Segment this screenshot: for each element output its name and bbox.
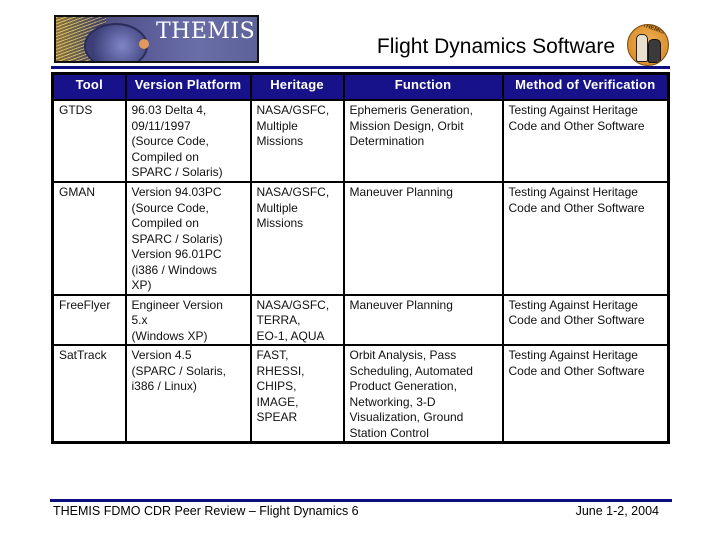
header-rule-blue <box>51 66 670 69</box>
table-row: FreeFlyer Engineer Version 5.x (Windows … <box>51 293 670 346</box>
cell-tool: GTDS <box>51 99 127 183</box>
column-header-function: Function <box>342 72 504 101</box>
footer-date: June 1-2, 2004 <box>575 504 659 518</box>
table-row: GMAN Version 94.03PC (Source Code, Compi… <box>51 181 670 296</box>
cell-heritage: NASA/GSFC, Multiple Missions <box>249 181 345 296</box>
table-row: SatTrack Version 4.5 (SPARC / Solaris, i… <box>51 344 670 444</box>
figure-icon <box>636 34 648 62</box>
cell-tool: FreeFlyer <box>51 293 127 346</box>
cell-function: Maneuver Planning <box>342 293 504 346</box>
cell-tool: GMAN <box>51 181 127 296</box>
cell-heritage: FAST, RHESSI, CHIPS, IMAGE, SPEAR <box>249 344 345 444</box>
column-header-tool: Tool <box>51 72 127 101</box>
column-header-version-platform: Version Platform <box>124 72 252 101</box>
figure-icon <box>648 39 661 63</box>
cell-heritage: NASA/GSFC, TERRA, EO-1, AQUA <box>249 293 345 346</box>
themis-mascot-icon: THEMIS <box>627 24 669 66</box>
footer-title: THEMIS FDMO CDR Peer Review – Flight Dyn… <box>53 504 359 518</box>
cell-version-platform: Engineer Version 5.x (Windows XP) <box>124 293 252 346</box>
cell-function: Orbit Analysis, Pass Scheduling, Automat… <box>342 344 504 444</box>
cell-version-platform: Version 94.03PC (Source Code, Compiled o… <box>124 181 252 296</box>
table-row: GTDS 96.03 Delta 4, 09/11/1997 (Source C… <box>51 99 670 183</box>
logo-text: THEMIS <box>156 19 256 44</box>
cell-function: Maneuver Planning <box>342 181 504 296</box>
footer-rule-blue <box>50 499 672 502</box>
themis-logo-banner: THEMIS <box>54 15 259 63</box>
column-header-heritage: Heritage <box>249 72 345 101</box>
cell-tool: SatTrack <box>51 344 127 444</box>
flight-dynamics-table: Tool Version Platform Heritage Function … <box>51 72 670 444</box>
cell-verification: Testing Against Heritage Code and Other … <box>501 181 670 296</box>
cell-heritage: NASA/GSFC, Multiple Missions <box>249 99 345 183</box>
cell-verification: Testing Against Heritage Code and Other … <box>501 99 670 183</box>
earth-icon <box>139 39 149 49</box>
cell-version-platform: Version 4.5 (SPARC / Solaris, i386 / Lin… <box>124 344 252 444</box>
cell-verification: Testing Against Heritage Code and Other … <box>501 344 670 444</box>
page-title: Flight Dynamics Software <box>376 35 615 58</box>
column-header-verification: Method of Verification <box>501 72 670 101</box>
cell-verification: Testing Against Heritage Code and Other … <box>501 293 670 346</box>
cell-version-platform: 96.03 Delta 4, 09/11/1997 (Source Code, … <box>124 99 252 183</box>
cell-function: Ephemeris Generation, Mission Design, Or… <box>342 99 504 183</box>
table-header-row: Tool Version Platform Heritage Function … <box>51 72 670 101</box>
